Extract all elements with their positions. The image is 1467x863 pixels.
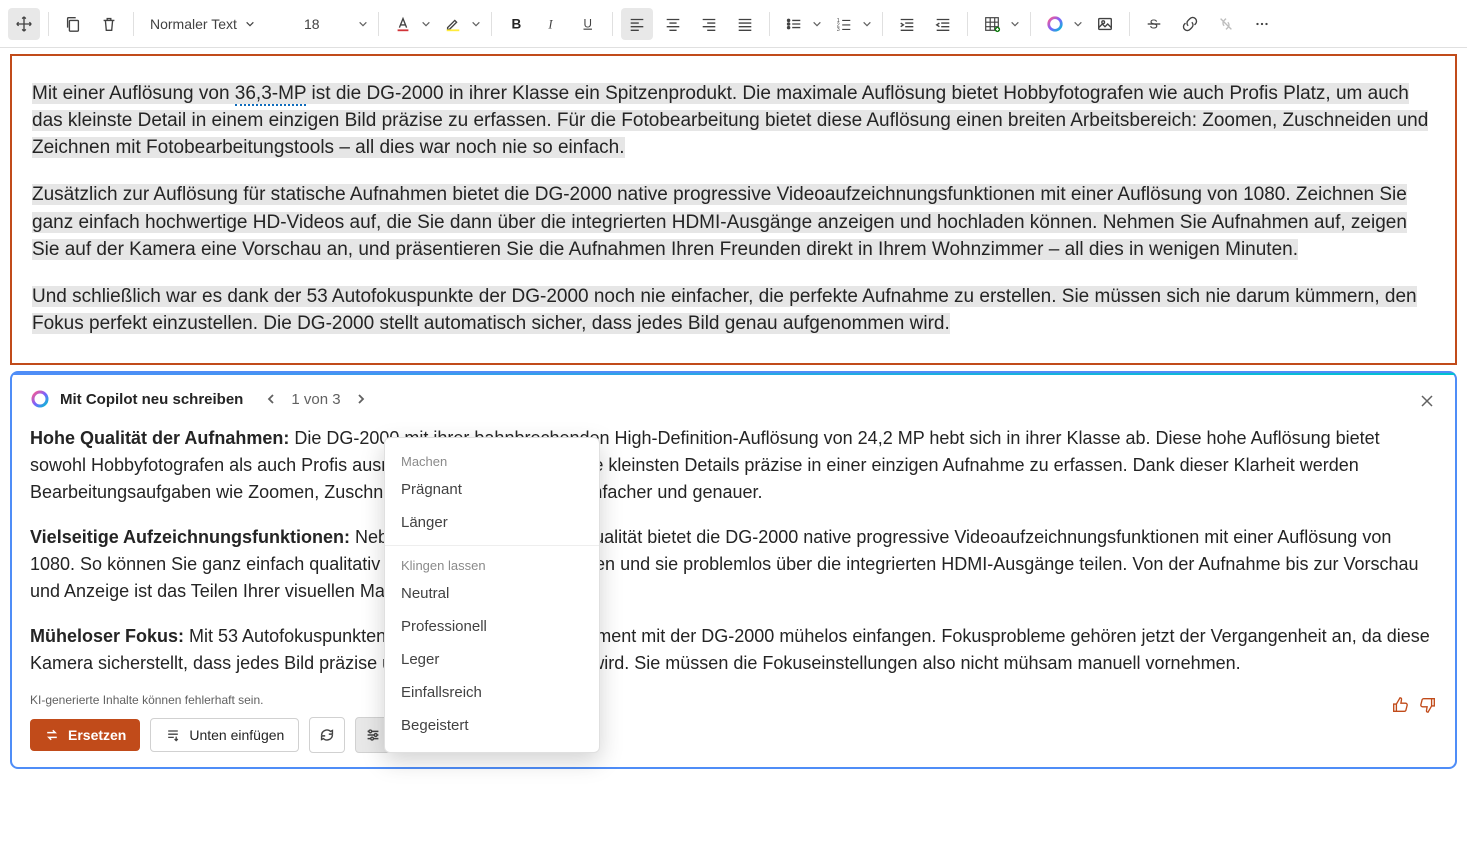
indent-decrease-icon[interactable] [927,8,959,40]
table-icon[interactable] [976,8,1008,40]
heading-1: Hohe Qualität der Aufnahmen: [30,428,294,448]
replace-button[interactable]: Ersetzen [30,719,140,751]
bold-icon[interactable]: B [500,8,532,40]
menu-item-neutral[interactable]: Neutral [385,577,599,610]
doc-paragraph-2: Zusätzlich zur Auflösung für statische A… [32,181,1435,262]
insert-below-label: Unten einfügen [189,727,284,743]
text-style-select[interactable]: Normaler Text [142,8,292,40]
font-size-select[interactable]: 18 [296,8,352,40]
align-justify-icon[interactable] [729,8,761,40]
feedback-thumbs [1391,696,1437,717]
menu-group-make: Machen [385,448,599,473]
suggestion-pager: 1 von 3 [259,387,372,411]
more-icon[interactable] [1246,8,1278,40]
font-color-icon[interactable] [387,8,419,40]
menu-item-leger[interactable]: Leger [385,643,599,676]
image-icon[interactable] [1089,8,1121,40]
text-style-label: Normaler Text [150,16,237,32]
highlight-dropdown[interactable] [469,8,483,40]
pager-next-icon[interactable] [349,387,373,411]
unlink-icon[interactable] [1210,8,1242,40]
number-list-icon[interactable]: 123 [828,8,860,40]
adjust-menu: Machen Prägnant Länger Klingen lassen Ne… [384,437,600,753]
toolbar: Normaler Text 18 B I U 123 S [0,0,1467,48]
doc-paragraph-1: Mit einer Auflösung von 36,3-MP ist die … [32,80,1435,161]
svg-text:B: B [512,16,522,31]
pager-label: 1 von 3 [291,391,340,408]
delete-icon[interactable] [93,8,125,40]
italic-icon[interactable]: I [536,8,568,40]
replace-label: Ersetzen [68,727,126,743]
move-icon[interactable] [8,8,40,40]
thumbs-down-icon[interactable] [1419,696,1437,717]
ai-disclaimer: KI-generierte Inhalte können fehlerhaft … [30,693,1437,707]
bullet-list-icon[interactable] [778,8,810,40]
suggestion-body: Hohe Qualität der Aufnahmen: Die DG-2000… [30,425,1437,677]
spellcheck-mark: 36,3-MP [235,83,306,106]
heading-2: Vielseitige Aufzeichnungsfunktionen: [30,527,355,547]
insert-below-icon [165,727,181,743]
copy-icon[interactable] [57,8,89,40]
align-left-icon[interactable] [621,8,653,40]
svg-text:U: U [584,17,592,30]
underline-icon[interactable]: U [572,8,604,40]
heading-3: Müheloser Fokus: [30,626,189,646]
regenerate-icon [318,726,336,744]
link-icon[interactable] [1174,8,1206,40]
svg-text:I: I [547,17,553,31]
svg-text:3: 3 [837,27,840,33]
align-center-icon[interactable] [657,8,689,40]
table-dropdown[interactable] [1008,8,1022,40]
menu-item-begeistert[interactable]: Begeistert [385,709,599,742]
panel-actions: Ersetzen Unten einfügen [30,717,1437,753]
menu-item-einfallsreich[interactable]: Einfallsreich [385,676,599,709]
text-3: Mit 53 Autofokuspunkten lässt sich der p… [30,626,1430,673]
number-list-dropdown[interactable] [860,8,874,40]
menu-item-professionell[interactable]: Professionell [385,610,599,643]
menu-item-langer[interactable]: Länger [385,506,599,539]
panel-title: Mit Copilot neu schreiben [60,391,243,408]
font-size-dropdown[interactable] [356,8,370,40]
document-selection[interactable]: Mit einer Auflösung von 36,3-MP ist die … [10,54,1457,365]
strikethrough-icon[interactable]: S [1138,8,1170,40]
highlight-icon[interactable] [437,8,469,40]
copilot-rewrite-panel: Mit Copilot neu schreiben 1 von 3 Hohe Q… [10,371,1457,769]
copilot-logo-icon [30,389,50,409]
indent-increase-icon[interactable] [891,8,923,40]
regenerate-button[interactable] [309,717,345,753]
menu-item-pragnant[interactable]: Prägnant [385,473,599,506]
menu-group-sound: Klingen lassen [385,552,599,577]
font-color-dropdown[interactable] [419,8,433,40]
bullet-list-dropdown[interactable] [810,8,824,40]
align-right-icon[interactable] [693,8,725,40]
thumbs-up-icon[interactable] [1391,696,1409,717]
copilot-dropdown[interactable] [1071,8,1085,40]
font-size-label: 18 [304,16,320,32]
panel-header: Mit Copilot neu schreiben 1 von 3 [30,387,1437,411]
close-icon[interactable] [1413,387,1441,415]
replace-arrows-icon [44,727,60,743]
copilot-icon[interactable] [1039,8,1071,40]
adjust-sliders-icon [364,726,382,744]
pager-prev-icon[interactable] [259,387,283,411]
insert-below-button[interactable]: Unten einfügen [150,718,299,752]
doc-paragraph-3: Und schließlich war es dank der 53 Autof… [32,283,1435,337]
